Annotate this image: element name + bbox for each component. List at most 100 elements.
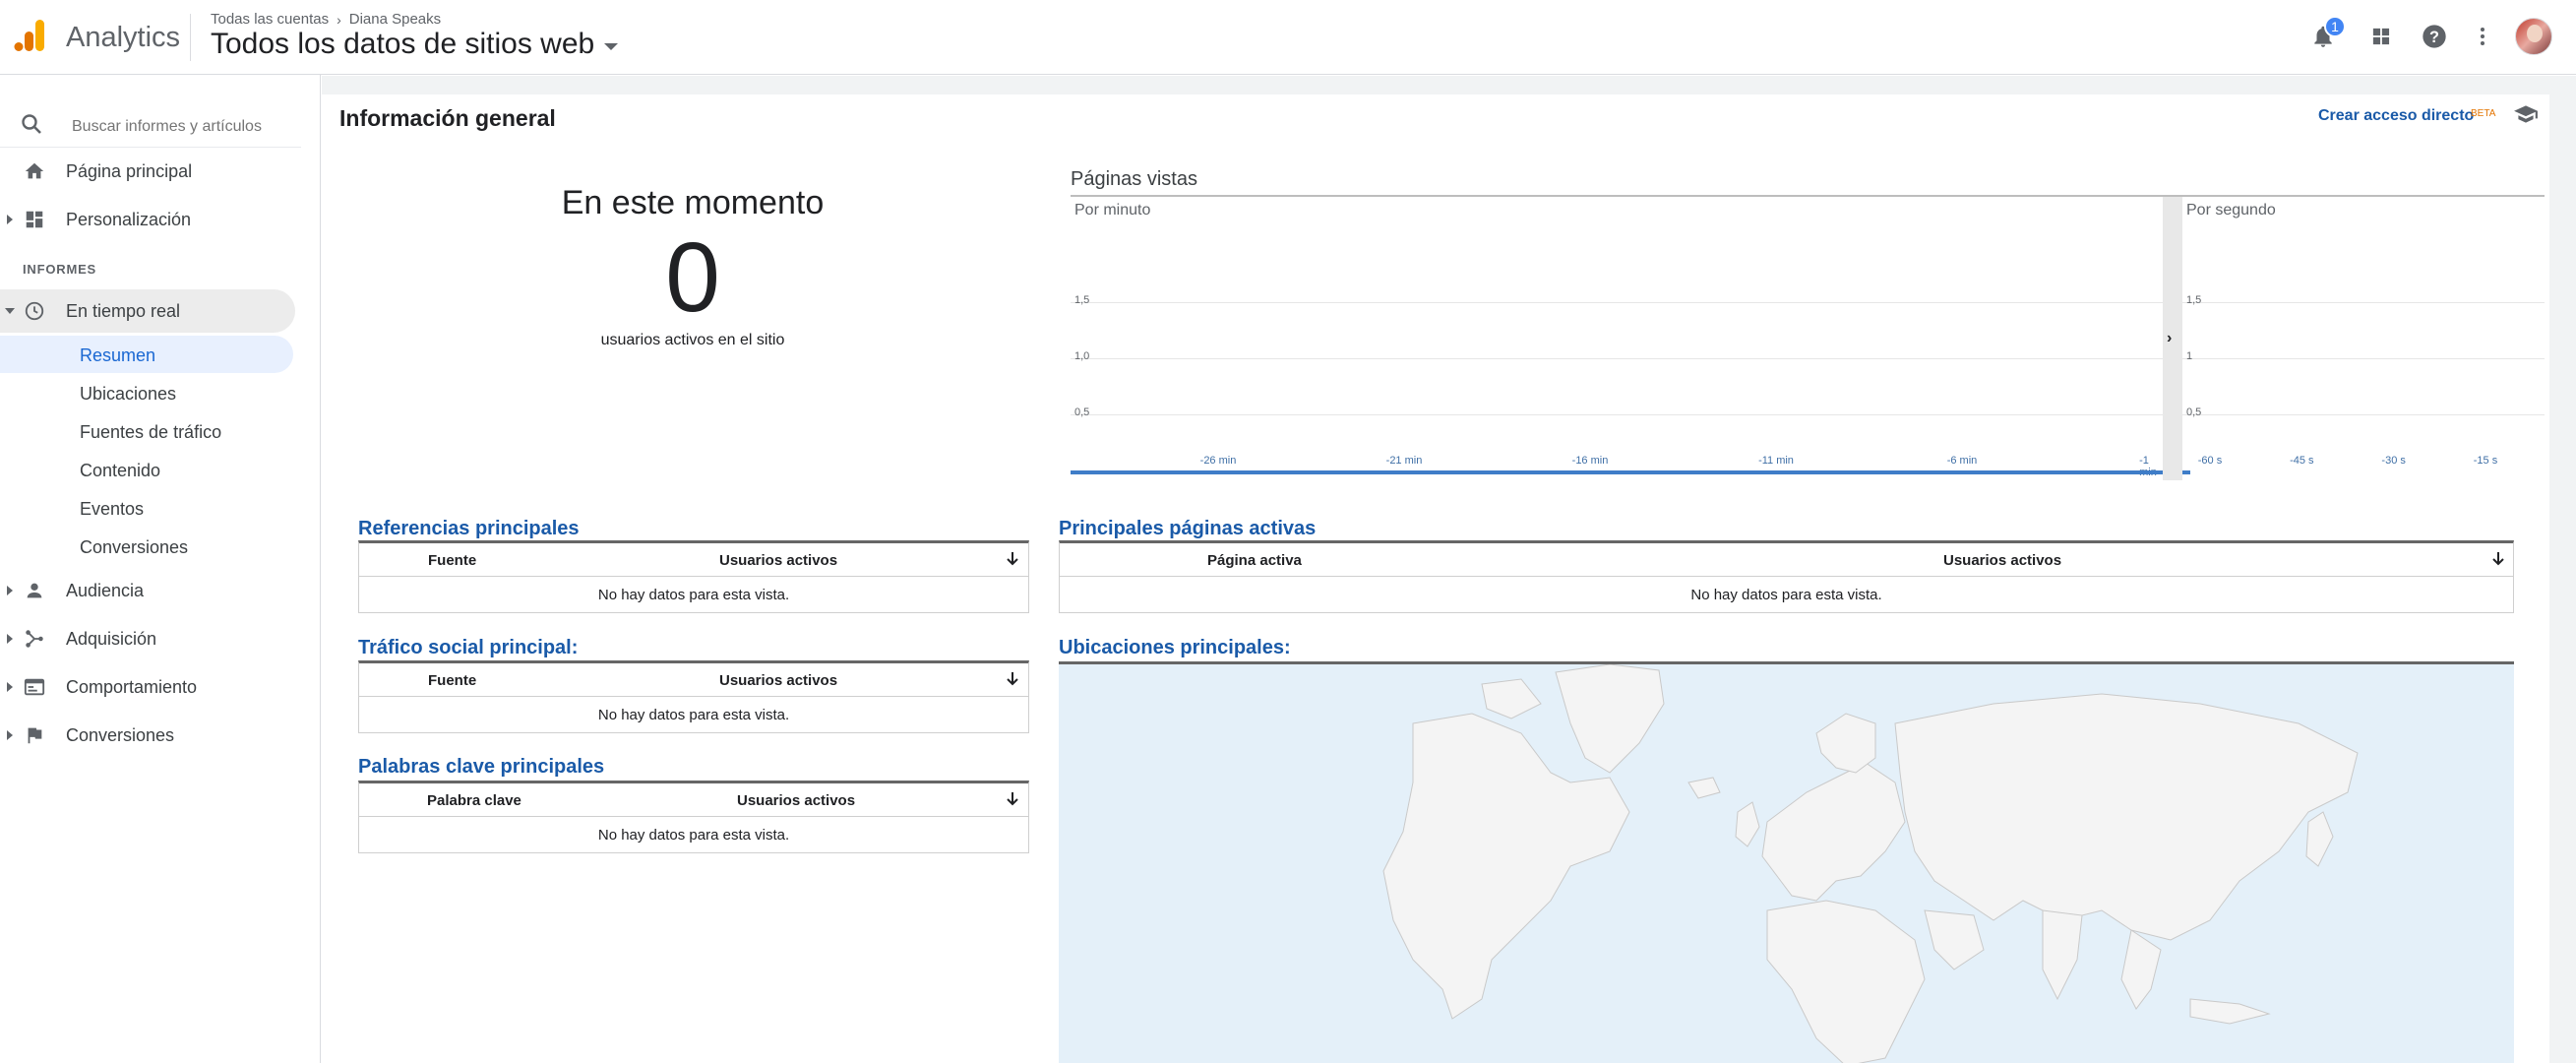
column-header-active-users[interactable]: Usuarios activos: [719, 672, 837, 689]
apps-grid-icon: [2372, 28, 2390, 45]
content-top-strip: [322, 76, 2549, 94]
sidebar-item-label: Comportamiento: [66, 676, 198, 697]
table-header: Palabra clave Usuarios activos: [359, 783, 1028, 817]
sidebar-item-acquisition[interactable]: Adquisición: [0, 617, 295, 660]
sidebar-subitem-fuentes[interactable]: Fuentes de tráfico: [0, 412, 293, 450]
column-header-active-users[interactable]: Usuarios activos: [719, 552, 837, 569]
top-locations-title[interactable]: Ubicaciones principales:: [1059, 637, 1291, 659]
column-header-active-users[interactable]: Usuarios activos: [737, 792, 855, 809]
avatar[interactable]: [2515, 18, 2552, 55]
apps-button[interactable]: [2364, 20, 2398, 53]
more-options-button[interactable]: [2466, 20, 2499, 53]
top-referrals-table: Fuente Usuarios activos No hay datos par…: [358, 540, 1029, 613]
sidebar-subitem-contenido[interactable]: Contenido: [0, 451, 293, 488]
header-divider: [190, 14, 191, 61]
top-active-pages-table: Página activa Usuarios activos No hay da…: [1059, 540, 2514, 613]
chevron-right-icon: ›: [337, 11, 341, 28]
beta-badge: BETA: [2471, 108, 2496, 119]
sidebar-item-conversions[interactable]: Conversiones: [0, 714, 295, 757]
per-minute-x-tick-label: -26 min: [1199, 455, 1237, 467]
sidebar-subitem-label: Fuentes de tráfico: [80, 422, 222, 442]
graduation-cap-icon[interactable]: [2513, 101, 2539, 127]
collapse-arrow-icon: [5, 308, 15, 314]
sidebar-item-realtime[interactable]: En tiempo real: [0, 289, 295, 333]
column-header-keyword[interactable]: Palabra clave: [427, 792, 521, 809]
table-header: Fuente Usuarios activos: [359, 663, 1028, 697]
sidebar-item-behavior[interactable]: Comportamiento: [0, 665, 295, 709]
sidebar-subitem-resumen[interactable]: Resumen: [0, 336, 293, 373]
view-title: Todos los datos de sitios web: [211, 28, 595, 60]
expand-arrow-icon: [7, 634, 13, 644]
pageviews-per-second-chart: Por segundo 0,5 1 1,5 -60 s -45 s -30 s -15 s: [2182, 195, 2545, 480]
column-header-active-page[interactable]: Página activa: [1207, 552, 1302, 569]
caret-down-icon: [604, 42, 619, 50]
expand-arrow-icon: [7, 682, 13, 692]
top-keywords-table: Palabra clave Usuarios activos No hay da…: [358, 781, 1029, 853]
top-active-pages-title[interactable]: Principales páginas activas: [1059, 518, 1316, 540]
flag-icon: [28, 727, 42, 744]
sidebar-subitem-conversiones[interactable]: Conversiones: [0, 528, 293, 565]
per-minute-gridline: [1071, 414, 2163, 415]
notification-badge: 1: [2324, 16, 2346, 37]
sort-down-arrow-icon[interactable]: [1006, 791, 1019, 807]
table-header: Fuente Usuarios activos: [359, 543, 1028, 577]
top-keywords-title[interactable]: Palabras clave principales: [358, 756, 604, 779]
sort-down-arrow-icon[interactable]: [1006, 671, 1019, 687]
breadcrumb-account[interactable]: Diana Speaks: [349, 11, 441, 28]
sidebar-item-label: Página principal: [66, 160, 193, 181]
search-icon: [22, 114, 41, 134]
empty-state-text: No hay datos para esta vista.: [597, 586, 790, 603]
search-bar[interactable]: [0, 93, 301, 148]
breadcrumb[interactable]: Todas las cuentas › Diana Speaks: [211, 11, 441, 28]
pageviews-per-minute-chart: Por minuto 0,5 1,0 1,5 -26 min -21 min -16 mi…: [1071, 195, 2163, 480]
per-second-label: Por segundo: [2186, 202, 2276, 219]
analytics-logo[interactable]: [12, 18, 47, 53]
top-social-title[interactable]: Tráfico social principal:: [358, 637, 578, 659]
per-minute-y-tick-label: 0,5: [1074, 406, 1090, 418]
per-second-x-tick-label: -15 s: [2473, 455, 2498, 467]
top-referrals-title[interactable]: Referencias principales: [358, 518, 580, 540]
clock-icon: [25, 301, 44, 321]
per-second-x-tick-label: -45 s: [2290, 455, 2314, 467]
help-button[interactable]: ?: [2418, 20, 2451, 53]
sidebar-subitem-label: Conversiones: [80, 537, 189, 557]
chart-expand-toggle[interactable]: ›: [2163, 195, 2182, 480]
sidebar-subitem-ubicaciones[interactable]: Ubicaciones: [0, 374, 293, 411]
chevron-right-icon: ›: [2167, 330, 2173, 346]
svg-text:?: ?: [2429, 29, 2439, 46]
sort-down-arrow-icon[interactable]: [2491, 551, 2505, 567]
per-minute-x-tick-label: -6 min: [1946, 455, 1978, 467]
view-selector[interactable]: Todos los datos de sitios web: [211, 28, 619, 61]
expand-arrow-icon: [7, 730, 13, 740]
table-header: Página activa Usuarios activos: [1060, 543, 2513, 577]
acquisition-icon: [26, 630, 43, 648]
scrollbar-track[interactable]: [2549, 76, 2576, 1063]
empty-state-text: No hay datos para esta vista.: [597, 706, 790, 723]
column-header-active-users[interactable]: Usuarios activos: [1943, 552, 2061, 569]
active-now-title: En este momento: [561, 184, 825, 221]
sidebar-item-audience[interactable]: Audiencia: [0, 569, 295, 612]
search-input[interactable]: [72, 118, 288, 136]
per-second-baseline: [2182, 470, 2190, 474]
more-vert-icon: [2481, 28, 2484, 45]
column-header-source[interactable]: Fuente: [428, 672, 476, 689]
per-minute-x-tick-label: -16 min: [1571, 455, 1609, 467]
per-minute-x-tick-label: -1 min: [2139, 455, 2157, 478]
notifications-button[interactable]: 1: [2306, 16, 2346, 53]
sidebar-item-home[interactable]: Página principal: [0, 150, 295, 193]
per-minute-y-tick-label: 1,0: [1074, 350, 1090, 362]
per-second-gridline: [2182, 302, 2545, 303]
page-title: Información general: [339, 105, 556, 131]
per-minute-label: Por minuto: [1074, 202, 1151, 219]
create-shortcut-link[interactable]: Crear acceso directo: [2318, 107, 2474, 125]
sort-down-arrow-icon[interactable]: [1006, 551, 1019, 567]
column-header-source[interactable]: Fuente: [428, 552, 476, 569]
sidebar-subitem-eventos[interactable]: Eventos: [0, 489, 293, 527]
world-map[interactable]: [1059, 661, 2514, 1063]
sidebar-item-customization[interactable]: Personalización: [0, 198, 295, 241]
sidebar-subitem-label: Eventos: [80, 499, 145, 519]
per-second-x-tick-label: -60 s: [2197, 455, 2223, 467]
sidebar-subitem-label: Resumen: [80, 345, 156, 365]
section-label-reports: INFORMES: [23, 262, 97, 277]
breadcrumb-all-accounts[interactable]: Todas las cuentas: [211, 11, 329, 28]
